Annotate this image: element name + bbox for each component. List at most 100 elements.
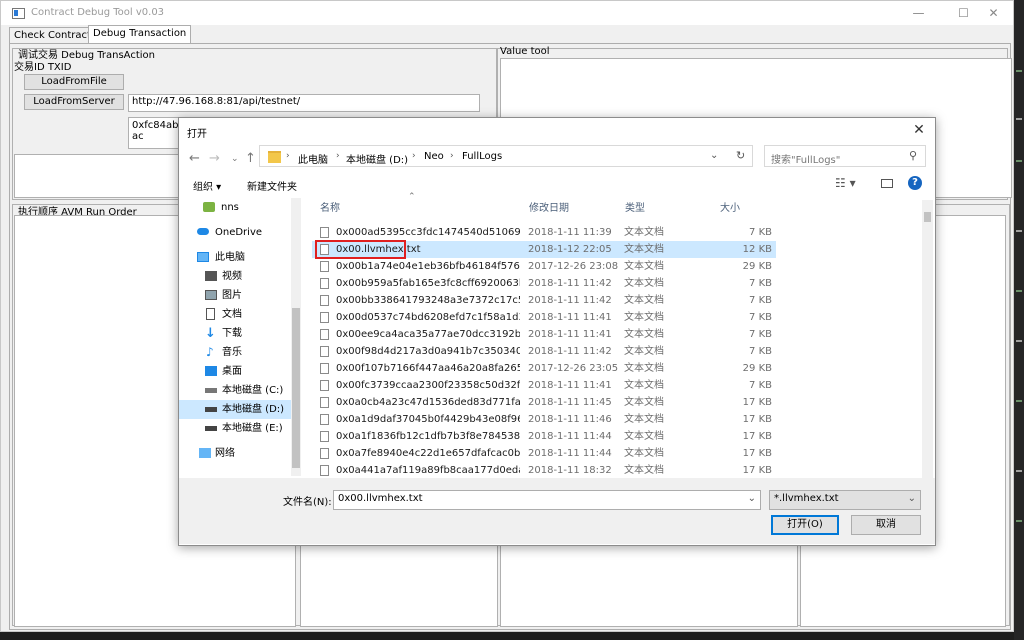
file-row[interactable]: 0x00fc3739ccaa2300f23358c50d32f7... 2018-… [312,377,776,394]
text-file-icon [320,329,329,340]
tab-check-contract[interactable]: Check Contract [9,27,96,44]
file-list-scrollbar[interactable] [922,200,933,478]
nav-item-downloads[interactable]: ↓ 下载 [179,324,291,343]
file-row[interactable]: 0x00b1a74e04e1eb36bfb46184f576f... 2017-1… [312,258,776,275]
nav-item-videos[interactable]: 视频 [179,267,291,286]
close-button[interactable]: ✕ [971,1,1016,25]
refresh-icon[interactable]: ↻ [736,149,745,162]
drive-icon [205,388,217,393]
back-arrow-icon[interactable]: ← [189,151,200,166]
file-date: 2018-1-12 22:05 [528,244,612,255]
column-header-type[interactable]: 类型 [625,201,645,217]
file-date: 2017-12-26 23:08 [528,261,619,272]
file-name: 0x00ee9ca4aca35a77ae70dcc3192bd... [336,329,520,340]
search-input[interactable]: 搜索"FullLogs" ⚲ [764,145,926,167]
file-size: 7 KB [749,380,772,391]
file-type: 文本文档 [624,329,664,340]
nav-pane-scrollbar[interactable] [291,198,301,476]
tab-debug-transaction[interactable]: Debug Transaction [88,25,192,45]
file-row[interactable]: 0x0a1d9daf37045b0f4429b43e08f96... 2018-1… [312,411,776,428]
folder-icon [203,202,215,212]
title-bar: Contract Debug Tool v0.03 — ☐ ✕ [1,1,1013,25]
file-date: 2018-1-11 11:44 [528,448,612,459]
open-button[interactable]: 打开(O) [771,515,839,535]
address-bar[interactable]: › 此电脑 › 本地磁盘 (D:) › Neo › FullLogs ⌄ ↻ [259,145,753,167]
file-date: 2018-1-11 11:41 [528,312,612,323]
file-date: 2018-1-11 11:45 [528,397,612,408]
column-header-name[interactable]: 名称 [320,201,340,217]
open-file-dialog: 打开 ✕ ← → ⌄ ↑ › 此电脑 › 本地磁盘 (D:) › Neo › F… [178,117,936,546]
help-icon[interactable]: ? [908,176,922,190]
nav-item-onedrive[interactable]: OneDrive [179,223,291,242]
nav-item-drive-c[interactable]: 本地磁盘 (C:) [179,381,291,400]
chevron-down-icon[interactable]: ⌄ [710,150,718,161]
nav-item-label: 网络 [215,448,235,459]
preview-pane-icon[interactable] [881,179,893,188]
text-file-icon [320,278,329,289]
file-row[interactable]: 0x0a0cb4a23c47d1536ded83d771fa6... 2018-1… [312,394,776,411]
filetype-select[interactable]: *.llvmhex.txt ⌄ [769,490,921,510]
new-folder-button[interactable]: 新建文件夹 [247,178,297,193]
organize-button[interactable]: 组织 ▾ [193,178,221,193]
file-name: 0x00f107b7166f447aa46a20a8fa2659... [336,363,520,374]
file-date: 2017-12-26 23:05 [528,363,619,374]
cancel-button[interactable]: 取消 [851,515,921,535]
file-row[interactable]: 0x0a1f1836fb12c1dfb7b3f8e7845380... 2018-… [312,428,776,445]
nav-item-pictures[interactable]: 图片 [179,286,291,305]
recent-chevron-icon[interactable]: ⌄ [231,154,239,164]
network-icon [199,448,211,458]
nav-item-label: 图片 [222,290,242,301]
file-row[interactable]: 0x00b959a5fab165e3fc8cff6920063b... 2018-… [312,275,776,292]
file-list-scroll-thumb[interactable] [924,212,931,222]
breadcrumb-this-pc[interactable]: 此电脑 [298,151,328,166]
forward-arrow-icon[interactable]: → [209,151,220,166]
drive-icon [205,407,217,412]
nav-item-nns[interactable]: nns [179,198,291,217]
nav-item-drive-e[interactable]: 本地磁盘 (E:) [179,419,291,438]
file-size: 17 KB [742,448,772,459]
file-name: 0x00bb338641793248a3e7372c17c56... [336,295,520,306]
file-row[interactable]: 0x00f98d4d217a3d0a941b7c350340a... 2018-1… [312,343,776,360]
file-row[interactable]: 0x00bb338641793248a3e7372c17c56... 2018-1… [312,292,776,309]
server-url-input[interactable]: http://47.96.168.8:81/api/testnet/ [128,94,480,112]
chevron-down-icon[interactable]: ⌄ [748,493,756,504]
view-options-icon[interactable]: ☷ ▾ [835,176,856,190]
file-date: 2018-1-11 18:32 [528,465,612,476]
breadcrumb-neo[interactable]: Neo [424,151,444,162]
nav-item-label: OneDrive [215,227,263,238]
file-row[interactable]: 0x0a7fe8940e4c22d1e657dfafcac0bf... 2018-… [312,445,776,462]
breadcrumb-drive-d[interactable]: 本地磁盘 (D:) [346,151,408,166]
up-arrow-icon[interactable]: ↑ [245,151,256,166]
file-row[interactable]: 0x000ad5395cc3fdc1474540d51069f1... 2018-… [312,224,776,241]
file-row[interactable]: 0x00d0537c74bd6208efd7c1f58a1d3... 2018-1… [312,309,776,326]
nav-item-label: 视频 [222,271,242,282]
nav-item-documents[interactable]: 文档 [179,305,291,324]
nav-pane-scroll-thumb[interactable] [292,308,300,468]
load-from-file-button[interactable]: LoadFromFile [24,74,124,90]
minimize-button[interactable]: — [896,1,941,25]
nav-item-label: 本地磁盘 (E:) [222,423,283,434]
column-header-date[interactable]: 修改日期 [529,201,569,217]
file-name: 0x0a0cb4a23c47d1536ded83d771fa6... [336,397,520,408]
file-row[interactable]: 0x0a441a7af119a89fb8caa177d0eda... 2018-1… [312,462,776,476]
file-date: 2018-1-11 11:42 [528,278,612,289]
file-size: 17 KB [742,431,772,442]
breadcrumb-fulllogs[interactable]: FullLogs [462,151,502,162]
file-row[interactable]: 0x00ee9ca4aca35a77ae70dcc3192bd... 2018-1… [312,326,776,343]
nav-item-desktop[interactable]: 桌面 [179,362,291,381]
text-file-icon [320,465,329,476]
nav-item-this-pc[interactable]: 此电脑 [179,248,291,267]
column-header-size[interactable]: 大小 [720,201,740,217]
download-icon: ↓ [205,326,216,341]
nav-item-music[interactable]: ♪ 音乐 [179,343,291,362]
cloud-icon [197,228,209,235]
nav-item-network[interactable]: 网络 [179,444,291,463]
dialog-close-button[interactable]: ✕ [909,120,929,140]
file-row[interactable]: 0x00f107b7166f447aa46a20a8fa2659... 2017-… [312,360,776,377]
load-from-server-button[interactable]: LoadFromServer [24,94,124,110]
file-name: 0x00b959a5fab165e3fc8cff6920063b... [336,278,520,289]
nav-item-drive-d[interactable]: 本地磁盘 (D:) [179,400,291,419]
filename-input[interactable]: 0x00.llvmhex.txt ⌄ [333,490,761,510]
file-name: 0x0a1f1836fb12c1dfb7b3f8e7845380... [336,431,520,442]
file-type: 文本文档 [624,244,664,255]
